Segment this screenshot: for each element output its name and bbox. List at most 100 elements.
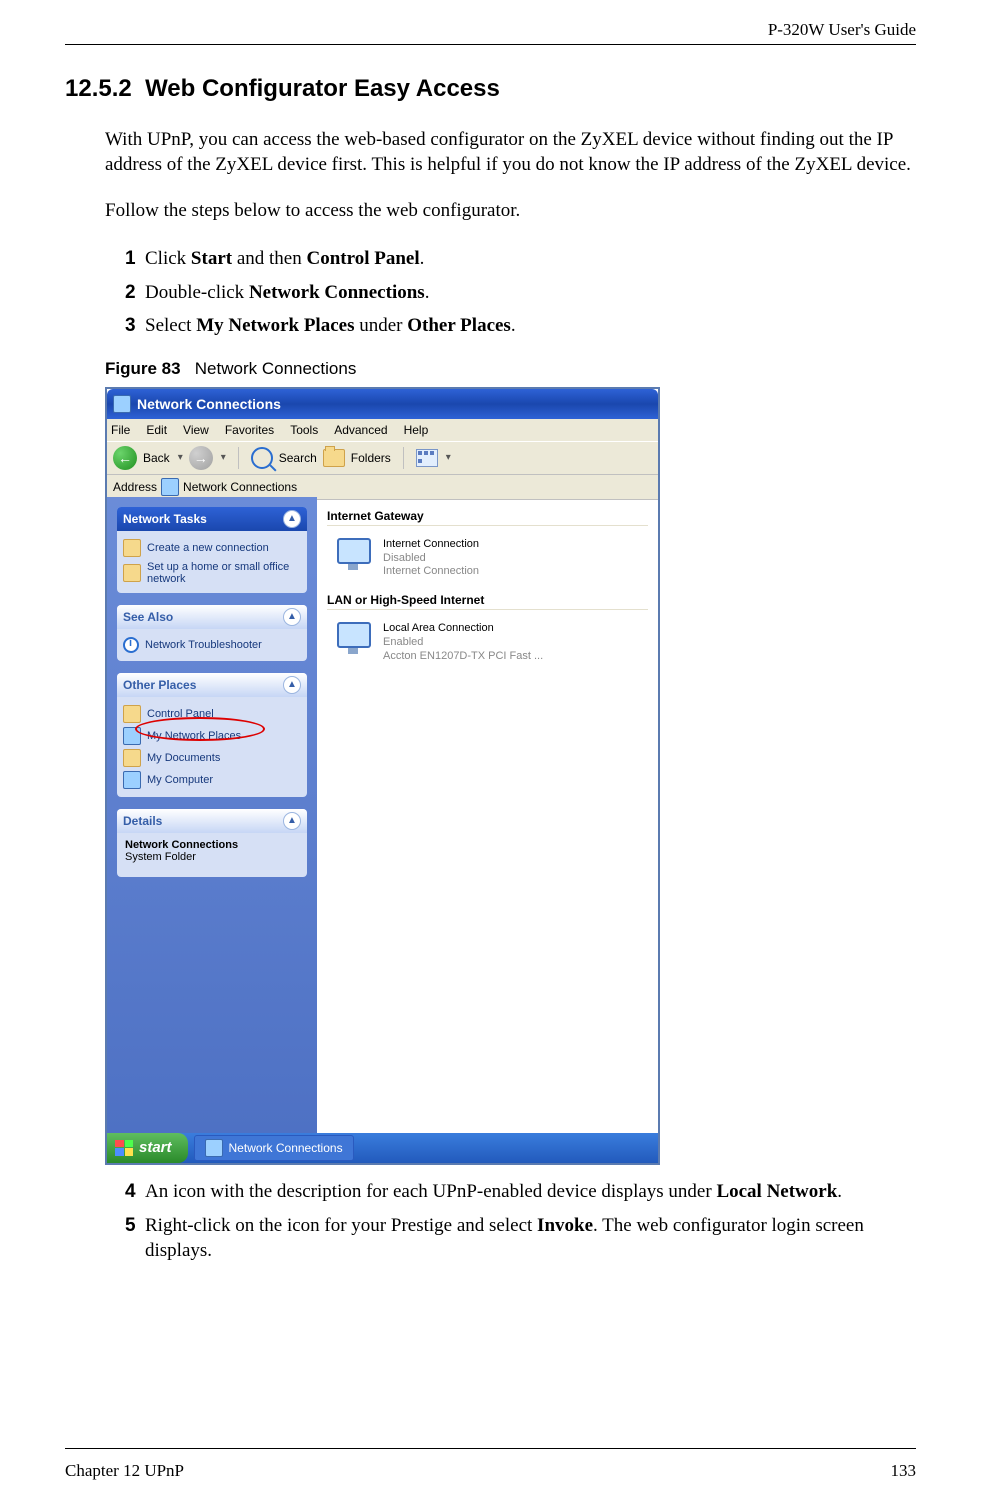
connection-icon: [331, 538, 373, 574]
back-button[interactable]: ←: [113, 446, 137, 470]
side-pane: Network Tasks ▲ Create a new connection …: [107, 497, 317, 1133]
figure-caption: Figure 83 Network Connections: [105, 359, 916, 379]
address-icon: [161, 478, 179, 496]
footer-page-number: 133: [891, 1461, 917, 1481]
menu-view[interactable]: View: [183, 423, 209, 437]
network-places-icon: [123, 727, 141, 745]
address-value[interactable]: Network Connections: [183, 480, 297, 494]
step-number: 3: [125, 313, 136, 339]
panel-other-places: Other Places ▲ Control Panel My Network …: [117, 673, 307, 797]
link-control-panel[interactable]: Control Panel: [123, 703, 301, 725]
menu-file[interactable]: File: [111, 423, 130, 437]
connection-name: Internet Connection: [383, 538, 479, 552]
step-number: 4: [125, 1179, 136, 1205]
collapse-icon[interactable]: ▲: [283, 510, 301, 528]
steps-list-bottom: 4 An icon with the description for each …: [125, 1179, 916, 1264]
intro-paragraph: With UPnP, you can access the web-based …: [105, 128, 916, 177]
forward-button[interactable]: →: [189, 446, 213, 470]
windows-logo-icon: [115, 1140, 133, 1156]
collapse-icon[interactable]: ▲: [283, 812, 301, 830]
step-number: 2: [125, 280, 136, 306]
connection-icon: [331, 622, 373, 658]
client-area: Network Tasks ▲ Create a new connection …: [107, 497, 658, 1133]
folders-label[interactable]: Folders: [351, 451, 391, 465]
panel-header-see-also[interactable]: See Also ▲: [117, 605, 307, 629]
header-divider: [65, 44, 916, 45]
menu-tools[interactable]: Tools: [290, 423, 318, 437]
step-1: 1 Click Start and then Control Panel.: [125, 246, 916, 272]
connection-sub: Accton EN1207D-TX PCI Fast ...: [383, 650, 543, 664]
panel-network-tasks: Network Tasks ▲ Create a new connection …: [117, 507, 307, 593]
connection-lan[interactable]: Local Area Connection Enabled Accton EN1…: [327, 614, 648, 671]
taskbar: start Network Connections: [107, 1133, 658, 1163]
window-titlebar[interactable]: Network Connections: [107, 389, 658, 419]
search-label[interactable]: Search: [279, 451, 317, 465]
panel-title: Other Places: [123, 678, 196, 692]
toolbar-separator: [238, 447, 239, 469]
connection-name: Local Area Connection: [383, 622, 543, 636]
start-button[interactable]: start: [107, 1133, 188, 1163]
details-type: System Folder: [125, 851, 299, 863]
link-my-computer[interactable]: My Computer: [123, 769, 301, 791]
details-name: Network Connections: [125, 839, 299, 851]
section-number: 12.5.2: [65, 75, 132, 102]
panel-title: Details: [123, 814, 162, 828]
panel-header-other-places[interactable]: Other Places ▲: [117, 673, 307, 697]
back-label[interactable]: Back: [143, 451, 170, 465]
menu-favorites[interactable]: Favorites: [225, 423, 274, 437]
views-icon[interactable]: [416, 449, 438, 467]
forward-dropdown-icon[interactable]: ▾: [221, 452, 226, 463]
follow-paragraph: Follow the steps below to access the web…: [105, 199, 916, 224]
step-number: 5: [125, 1213, 136, 1239]
connection-status: Disabled: [383, 552, 479, 566]
step-3: 3 Select My Network Places under Other P…: [125, 313, 916, 339]
step-number: 1: [125, 246, 136, 272]
search-icon[interactable]: [251, 447, 273, 469]
connection-internet[interactable]: Internet Connection Disabled Internet Co…: [327, 530, 648, 587]
menu-help[interactable]: Help: [404, 423, 429, 437]
taskbar-item-network-connections[interactable]: Network Connections: [194, 1135, 354, 1161]
group-internet-gateway: Internet Gateway: [327, 509, 648, 526]
connection-sub: Internet Connection: [383, 565, 479, 579]
section-heading: 12.5.2 Web Configurator Easy Access: [65, 75, 916, 103]
connection-status: Enabled: [383, 636, 543, 650]
footer-divider: [65, 1448, 916, 1449]
main-pane: Internet Gateway Internet Connection Dis…: [317, 497, 658, 1133]
views-dropdown-icon[interactable]: ▾: [446, 452, 451, 463]
home-network-icon: [123, 564, 141, 582]
folders-icon[interactable]: [323, 449, 345, 467]
panel-see-also: See Also ▲ Network Troubleshooter: [117, 605, 307, 661]
group-lan: LAN or High-Speed Internet: [327, 593, 648, 610]
step-5: 5 Right-click on the icon for your Prest…: [125, 1213, 916, 1264]
link-my-network-places[interactable]: My Network Places: [123, 725, 301, 747]
link-network-troubleshooter[interactable]: Network Troubleshooter: [123, 635, 301, 655]
panel-header-details[interactable]: Details ▲: [117, 809, 307, 833]
step-4: 4 An icon with the description for each …: [125, 1179, 916, 1205]
section-title: Web Configurator Easy Access: [145, 75, 500, 102]
figure-label: Figure 83: [105, 359, 181, 378]
task-setup-network[interactable]: Set up a home or small office network: [123, 559, 301, 587]
menubar: File Edit View Favorites Tools Advanced …: [107, 419, 658, 441]
info-icon: [123, 637, 139, 653]
start-label: start: [139, 1139, 172, 1156]
panel-details: Details ▲ Network Connections System Fol…: [117, 809, 307, 877]
header-guide-name: P-320W User's Guide: [65, 20, 916, 44]
figure-title: Network Connections: [195, 359, 357, 378]
menu-edit[interactable]: Edit: [146, 423, 167, 437]
wizard-icon: [123, 539, 141, 557]
screenshot-network-connections: Network Connections File Edit View Favor…: [105, 387, 660, 1165]
collapse-icon[interactable]: ▲: [283, 608, 301, 626]
task-create-connection[interactable]: Create a new connection: [123, 537, 301, 559]
collapse-icon[interactable]: ▲: [283, 676, 301, 694]
documents-icon: [123, 749, 141, 767]
panel-header-network-tasks[interactable]: Network Tasks ▲: [117, 507, 307, 531]
link-my-documents[interactable]: My Documents: [123, 747, 301, 769]
window-title-text: Network Connections: [137, 396, 281, 412]
toolbar: ← Back ▾ → ▾ Search Folders ▾: [107, 441, 658, 475]
back-dropdown-icon[interactable]: ▾: [178, 452, 183, 463]
panel-title: Network Tasks: [123, 512, 207, 526]
address-label: Address: [113, 480, 157, 494]
computer-icon: [123, 771, 141, 789]
menu-advanced[interactable]: Advanced: [334, 423, 387, 437]
step-2: 2 Double-click Network Connections.: [125, 280, 916, 306]
